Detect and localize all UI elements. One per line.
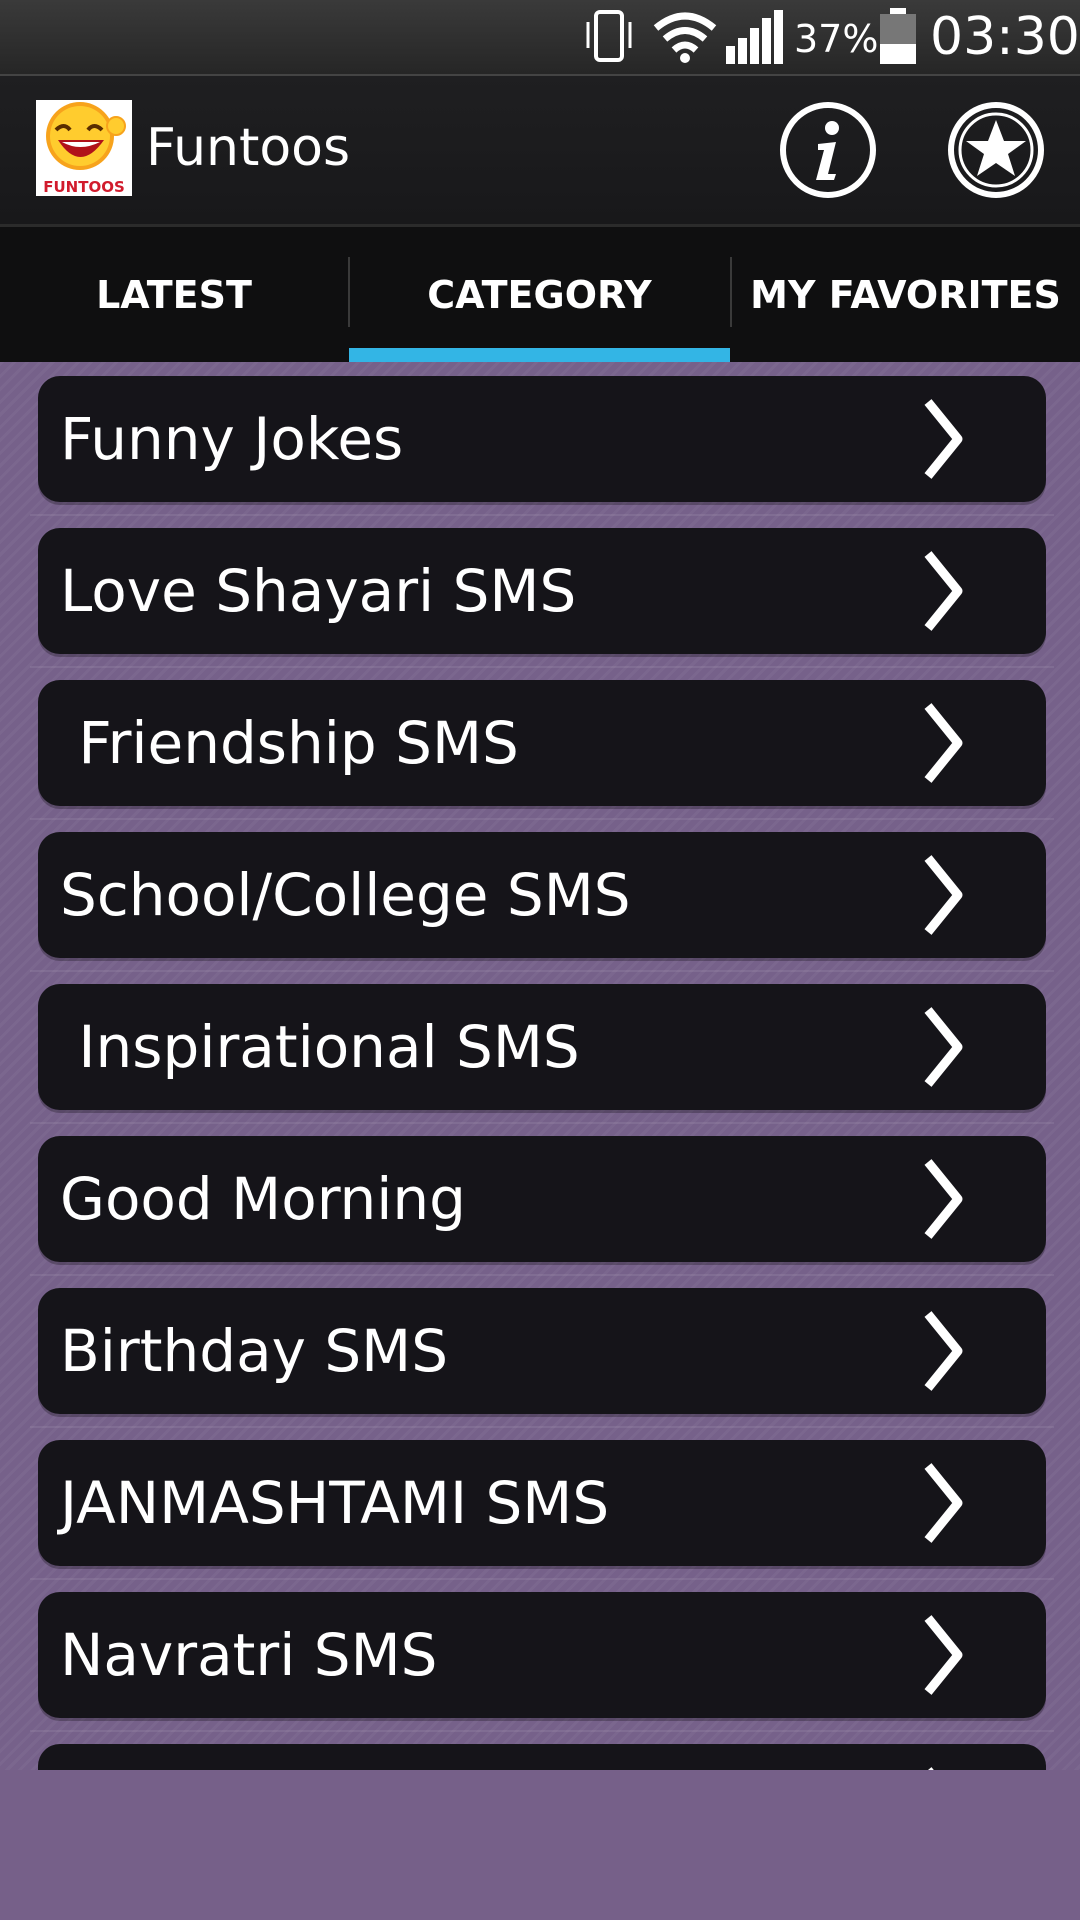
- category-item-funny-jokes[interactable]: Funny Jokes: [30, 376, 1054, 516]
- chevron-right-icon: [924, 551, 963, 631]
- category-label: JANMASHTAMI SMS: [60, 1469, 610, 1537]
- category-label: Funny Jokes: [60, 405, 404, 473]
- chevron-right-icon: [924, 399, 963, 479]
- category-item-partial[interactable]: [38, 1744, 1046, 1770]
- selected-tab-indicator: [349, 348, 730, 362]
- category-item-birthday-sms[interactable]: Birthday SMS: [30, 1288, 1054, 1428]
- category-item-inspirational-sms[interactable]: Inspirational SMS: [30, 984, 1054, 1124]
- tab-latest[interactable]: LATEST: [0, 227, 348, 362]
- app-bar: FUNTOOS Funtoos: [0, 74, 1080, 224]
- chevron-right-icon: [924, 1159, 963, 1239]
- category-label: Navratri SMS: [60, 1621, 438, 1689]
- chevron-right-icon: [924, 1007, 963, 1087]
- battery-percent: 37%: [794, 17, 879, 61]
- category-item-school-college-sms[interactable]: School/College SMS: [30, 832, 1054, 972]
- category-item-navratri-sms[interactable]: Navratri SMS: [30, 1592, 1054, 1732]
- category-label: Birthday SMS: [60, 1317, 449, 1385]
- bottom-area: [0, 1770, 1080, 1920]
- info-icon[interactable]: [778, 100, 878, 200]
- logo-text: FUNTOOS: [43, 178, 125, 196]
- chevron-right-icon: [924, 1311, 963, 1391]
- category-label: School/College SMS: [60, 861, 631, 929]
- app-title: Funtoos: [146, 118, 351, 178]
- category-label: Inspirational SMS: [60, 1013, 580, 1081]
- status-bar: 37% 03:30: [0, 0, 1080, 74]
- category-list: Funny Jokes Love Shayari SMS Friendship …: [0, 376, 1080, 1770]
- battery-icon: [880, 8, 916, 64]
- category-item-love-shayari-sms[interactable]: Love Shayari SMS: [30, 528, 1054, 668]
- chevron-right-icon: [924, 1615, 963, 1695]
- category-item-good-morning[interactable]: Good Morning: [30, 1136, 1054, 1276]
- tab-bar: LATEST CATEGORY MY FAVORITES: [0, 224, 1080, 362]
- app-logo[interactable]: FUNTOOS: [36, 100, 132, 196]
- chevron-right-icon: [924, 703, 963, 783]
- chevron-right-icon: [924, 1463, 963, 1543]
- signal-icon: [726, 10, 783, 64]
- laughing-face-icon: FUNTOOS: [43, 102, 126, 196]
- chevron-right-icon: [924, 855, 963, 935]
- category-label: Friendship SMS: [60, 709, 519, 777]
- category-item-janmashtami-sms[interactable]: JANMASHTAMI SMS: [30, 1440, 1054, 1580]
- vibrate-icon: [586, 10, 632, 62]
- category-list-container[interactable]: Funny Jokes Love Shayari SMS Friendship …: [0, 362, 1080, 1770]
- wifi-icon: [653, 12, 717, 63]
- tab-category[interactable]: CATEGORY: [349, 227, 730, 362]
- category-label: Love Shayari SMS: [60, 557, 577, 625]
- tab-my-favorites[interactable]: MY FAVORITES: [731, 227, 1080, 362]
- category-label: Good Morning: [60, 1165, 466, 1233]
- category-item-friendship-sms[interactable]: Friendship SMS: [30, 680, 1054, 820]
- star-icon[interactable]: [946, 100, 1046, 200]
- clock: 03:30: [930, 7, 1080, 67]
